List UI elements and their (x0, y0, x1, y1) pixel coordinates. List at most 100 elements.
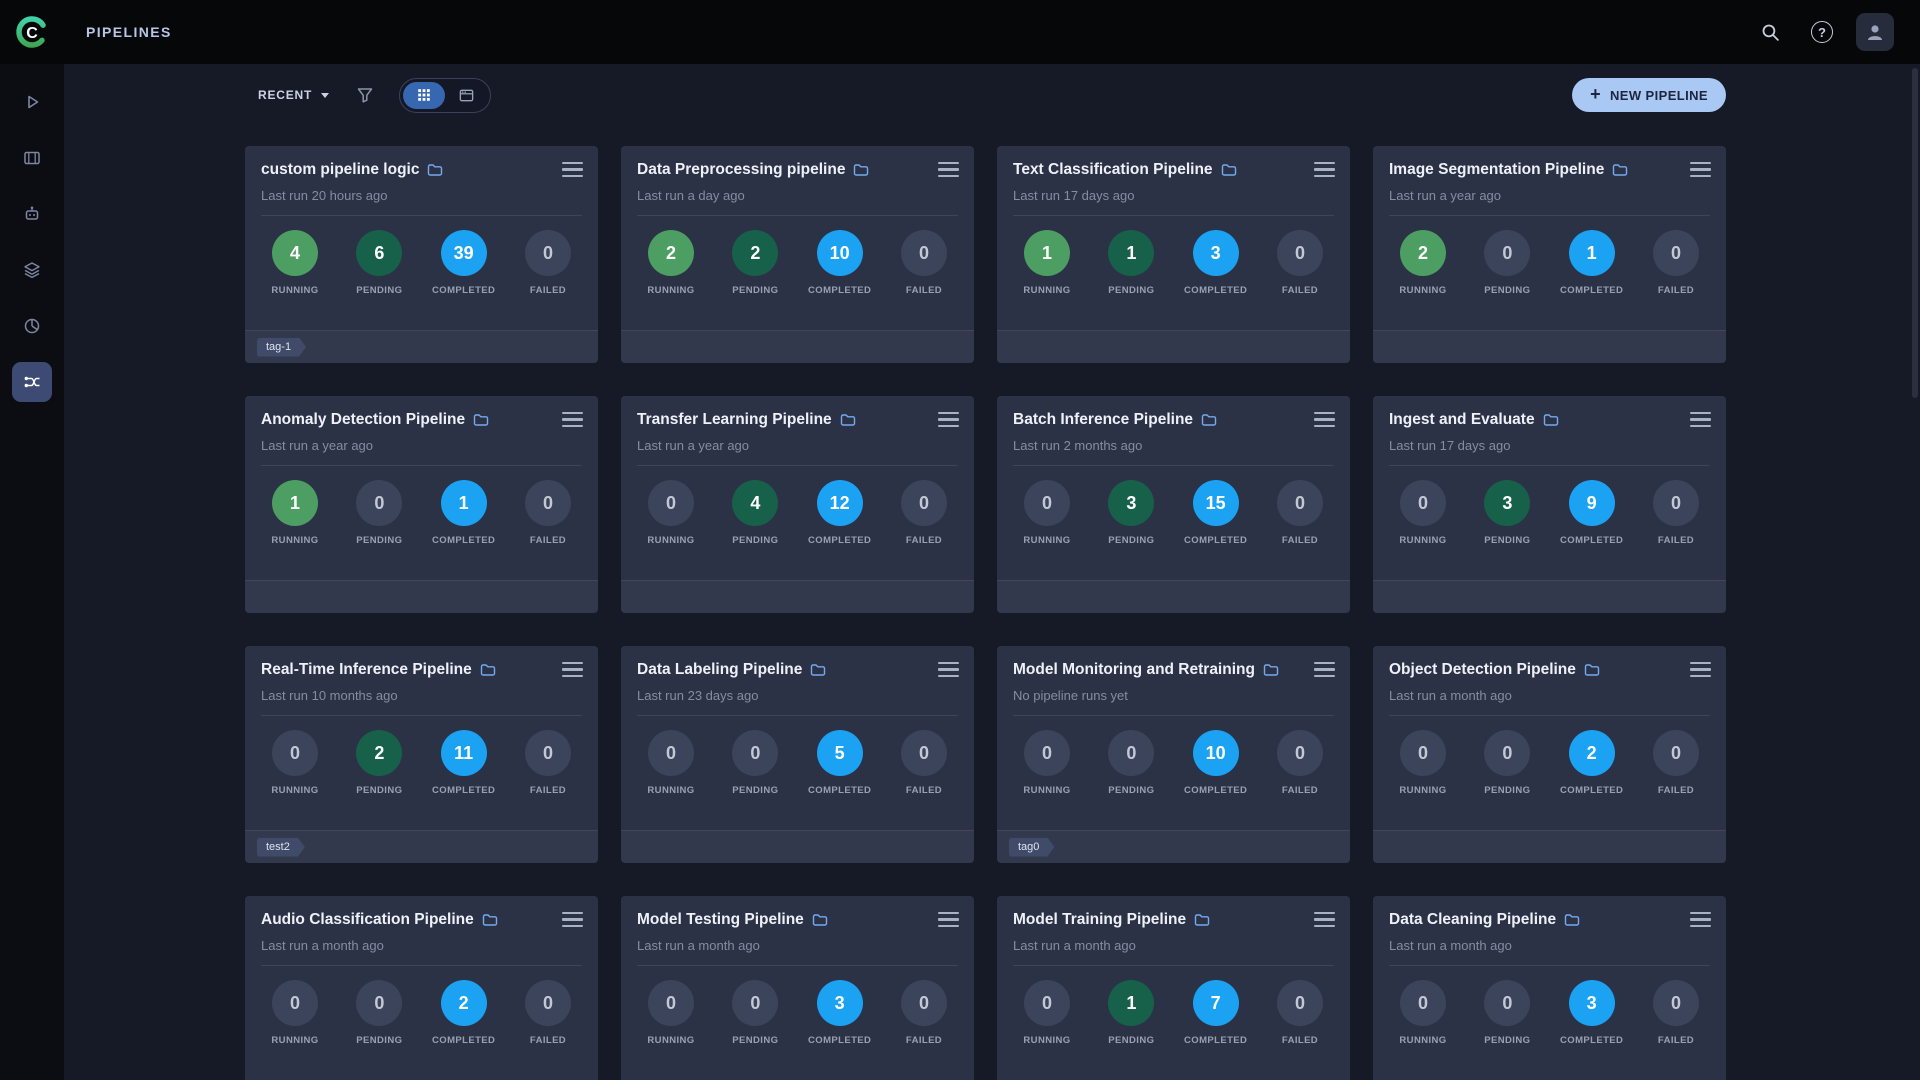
card-header: Real-Time Inference Pipeline Last run 10… (261, 646, 582, 716)
sidebar-item-workers[interactable] (12, 194, 52, 234)
help-button[interactable]: ? (1804, 14, 1840, 50)
sidebar-item-datasets[interactable] (12, 138, 52, 178)
card-menu-icon[interactable] (1690, 162, 1711, 177)
stat-circle: 2 (1400, 230, 1446, 276)
card-menu-icon[interactable] (562, 162, 583, 177)
pipeline-card[interactable]: custom pipeline logic Last run 20 hours … (245, 146, 598, 363)
stat-label: COMPLETED (1184, 1035, 1247, 1046)
stat-label: PENDING (356, 1035, 402, 1046)
stat-label: PENDING (732, 535, 778, 546)
project-folder-icon (1543, 413, 1559, 427)
pipeline-card[interactable]: Ingest and Evaluate Last run 17 days ago… (1373, 396, 1726, 613)
pipeline-card[interactable]: Model Testing Pipeline Last run a month … (621, 896, 974, 1080)
pipeline-card[interactable]: Audio Classification Pipeline Last run a… (245, 896, 598, 1080)
pipeline-card[interactable]: Data Labeling Pipeline Last run 23 days … (621, 646, 974, 863)
profile-avatar[interactable] (1856, 13, 1894, 51)
card-stats: 0 RUNNING 1 PENDING 7 COMPLETED 0 FAILED (1013, 980, 1334, 1046)
pipeline-card[interactable]: Transfer Learning Pipeline Last run a ye… (621, 396, 974, 613)
card-menu-icon[interactable] (1314, 662, 1335, 677)
pipeline-card[interactable]: Model Training Pipeline Last run a month… (997, 896, 1350, 1080)
pipeline-card[interactable]: Batch Inference Pipeline Last run 2 mont… (997, 396, 1350, 613)
stat-label: PENDING (356, 785, 402, 796)
stat-circle: 4 (272, 230, 318, 276)
card-header: Audio Classification Pipeline Last run a… (261, 896, 582, 966)
search-button[interactable] (1752, 14, 1788, 50)
tag-pill[interactable]: tag-1 (257, 338, 306, 357)
grid-view-button[interactable] (403, 82, 445, 109)
grid-view-icon (416, 87, 432, 103)
plus-icon: + (1590, 85, 1601, 103)
stat-circle: 0 (1653, 480, 1699, 526)
sidebar-item-reports[interactable] (12, 306, 52, 346)
card-menu-icon[interactable] (1314, 162, 1335, 177)
pipeline-last-run: Last run a year ago (637, 438, 928, 453)
card-header: Transfer Learning Pipeline Last run a ye… (637, 396, 958, 466)
tag-pill[interactable]: tag0 (1009, 838, 1054, 857)
sidebar-item-pipelines[interactable] (12, 362, 52, 402)
page-title: PIPELINES (86, 24, 172, 40)
main-content: RECENT (64, 64, 1920, 1080)
stat-completed: 2 COMPLETED (1558, 730, 1626, 796)
stat-completed: 5 COMPLETED (806, 730, 874, 796)
pipeline-card[interactable]: Data Preprocessing pipeline Last run a d… (621, 146, 974, 363)
clearml-logo-icon: C (11, 11, 53, 53)
pipeline-title: Ingest and Evaluate (1389, 411, 1535, 429)
stat-circle: 3 (1108, 480, 1154, 526)
stat-label: RUNNING (1399, 535, 1446, 546)
card-menu-icon[interactable] (1314, 412, 1335, 427)
card-menu-icon[interactable] (938, 162, 959, 177)
scrollbar[interactable] (1912, 68, 1918, 398)
stat-circle: 0 (1024, 730, 1070, 776)
table-view-button[interactable] (445, 82, 487, 109)
filter-icon (355, 85, 375, 105)
tag-pill[interactable]: test2 (257, 838, 305, 857)
card-menu-icon[interactable] (1690, 912, 1711, 927)
pipeline-last-run: Last run 17 days ago (1013, 188, 1304, 203)
filter-button[interactable] (355, 85, 375, 105)
stat-circle: 0 (732, 980, 778, 1026)
card-menu-icon[interactable] (1690, 662, 1711, 677)
card-menu-icon[interactable] (562, 412, 583, 427)
sort-dropdown[interactable]: RECENT (245, 88, 333, 102)
stat-circle: 2 (1569, 730, 1615, 776)
card-stats: 2 RUNNING 0 PENDING 1 COMPLETED 0 FAILED (1389, 230, 1710, 296)
card-stats: 0 RUNNING 0 PENDING 3 COMPLETED 0 FAILED (637, 980, 958, 1046)
pipeline-card[interactable]: Anomaly Detection Pipeline Last run a ye… (245, 396, 598, 613)
stat-completed: 9 COMPLETED (1558, 480, 1626, 546)
sidebar-item-models[interactable] (12, 250, 52, 290)
stat-circle: 10 (1193, 730, 1239, 776)
card-menu-icon[interactable] (938, 912, 959, 927)
pipeline-card[interactable]: Image Segmentation Pipeline Last run a y… (1373, 146, 1726, 363)
card-menu-icon[interactable] (938, 662, 959, 677)
card-header: custom pipeline logic Last run 20 hours … (261, 146, 582, 216)
new-pipeline-button[interactable]: + NEW PIPELINE (1572, 78, 1726, 112)
stat-circle: 0 (1024, 480, 1070, 526)
app-logo[interactable]: C (0, 0, 64, 64)
card-menu-icon[interactable] (938, 412, 959, 427)
card-stats: 1 RUNNING 1 PENDING 3 COMPLETED 0 FAILED (1013, 230, 1334, 296)
pipeline-card[interactable]: Real-Time Inference Pipeline Last run 10… (245, 646, 598, 863)
stat-label: FAILED (1282, 285, 1318, 296)
card-menu-icon[interactable] (1690, 412, 1711, 427)
stat-label: COMPLETED (432, 1035, 495, 1046)
pipeline-card[interactable]: Text Classification Pipeline Last run 17… (997, 146, 1350, 363)
sidebar-item-projects[interactable] (12, 82, 52, 122)
stat-circle: 0 (1108, 730, 1154, 776)
card-menu-icon[interactable] (562, 662, 583, 677)
stat-running: 0 RUNNING (261, 980, 329, 1046)
pipeline-card[interactable]: Object Detection Pipeline Last run a mon… (1373, 646, 1726, 863)
project-folder-icon (840, 413, 856, 427)
stat-pending: 0 PENDING (721, 730, 789, 796)
stat-label: FAILED (530, 1035, 566, 1046)
datasets-icon (22, 148, 42, 168)
stat-label: FAILED (906, 285, 942, 296)
pipeline-title: Text Classification Pipeline (1013, 161, 1213, 179)
stat-pending: 4 PENDING (721, 480, 789, 546)
card-menu-icon[interactable] (1314, 912, 1335, 927)
stat-running: 0 RUNNING (1389, 730, 1457, 796)
pipeline-card[interactable]: Data Cleaning Pipeline Last run a month … (1373, 896, 1726, 1080)
stat-circle: 0 (525, 480, 571, 526)
pipeline-card[interactable]: Model Monitoring and Retraining No pipel… (997, 646, 1350, 863)
card-menu-icon[interactable] (562, 912, 583, 927)
card-footer (621, 330, 974, 363)
